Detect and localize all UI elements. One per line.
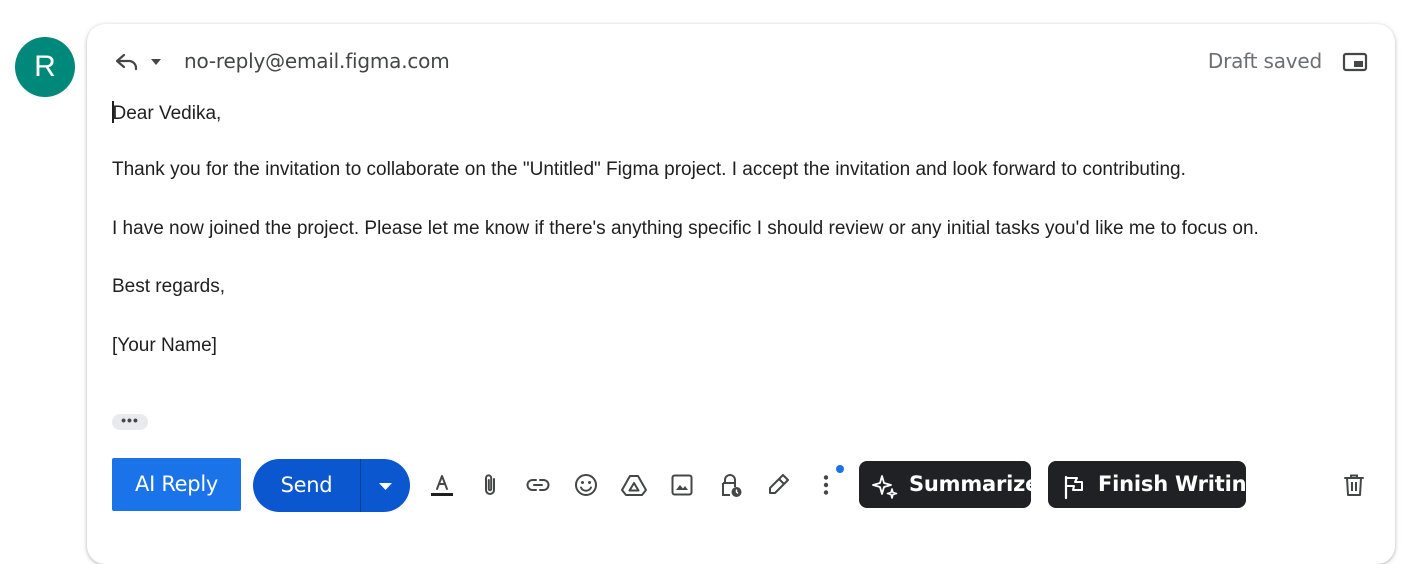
avatar[interactable]: R [15,37,75,97]
flag-icon [1060,471,1088,500]
schedule-send-dropdown[interactable] [361,459,410,512]
closing-line: Best regards, [112,276,225,297]
reply-icon[interactable] [114,50,140,74]
summarize-label: Summarize [909,472,1040,496]
paragraph-1: Thank you for the invitation to collabor… [112,159,1186,180]
sparkle-icon [871,471,899,499]
greeting-line: Dear Vedika, [112,101,221,125]
pop-out-icon[interactable] [1342,51,1368,73]
text-format-icon[interactable] [428,471,456,499]
link-icon[interactable] [524,471,552,499]
greeting-text: Dear Vedika, [112,103,222,124]
confidential-lock-icon[interactable] [716,471,744,499]
paragraph-2: I have now joined the project. Please le… [112,218,1259,239]
show-trimmed-content-button[interactable]: ••• [112,413,148,430]
compose-toolbar: AI Reply Send Summarize Finish Writing [87,458,1395,512]
photo-icon[interactable] [668,471,696,499]
attach-icon[interactable] [476,471,504,499]
send-button-group: Send [253,459,410,512]
signature-line: [Your Name] [112,335,217,356]
send-button[interactable]: Send [253,459,360,512]
compose-card: no-reply@email.figma.com Draft saved Dea… [87,24,1395,564]
drive-icon[interactable] [620,471,648,499]
finish-writing-label: Finish Writing [1098,472,1262,496]
signature-pen-icon[interactable] [764,471,792,499]
more-options-icon[interactable] [812,471,840,499]
ai-reply-button[interactable]: AI Reply [112,458,241,511]
emoji-icon[interactable] [572,471,600,499]
chevron-down-icon [379,483,392,490]
draft-status: Draft saved [1207,49,1322,73]
recipient-address[interactable]: no-reply@email.figma.com [184,49,450,73]
trash-icon[interactable] [1340,471,1368,499]
summarize-button[interactable]: Summarize [859,461,1039,508]
chevron-down-icon[interactable] [149,55,163,69]
compose-header: no-reply@email.figma.com Draft saved [87,24,1395,100]
notification-dot [836,465,844,473]
finish-writing-button[interactable]: Finish Writing [1048,461,1261,508]
